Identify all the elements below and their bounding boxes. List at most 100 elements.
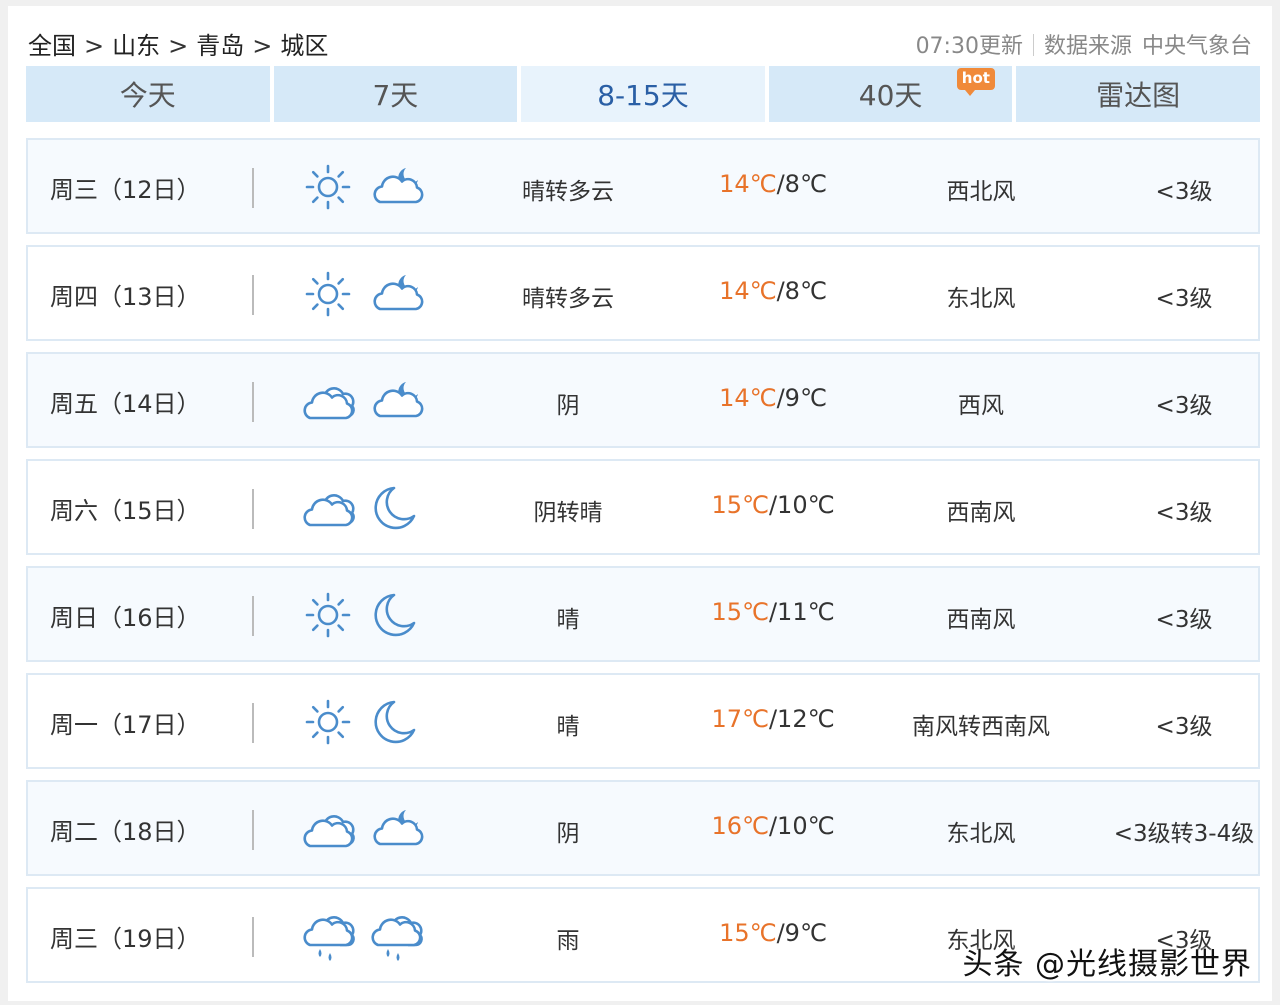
update-time: 07:30更新 [915, 34, 1023, 59]
weather-condition: 晴 [556, 714, 580, 740]
weather-condition: 晴 [556, 607, 580, 633]
high-temp: 14℃ [719, 384, 777, 412]
moon-icon [370, 483, 426, 533]
breadcrumb-item-province[interactable]: 山东 [112, 26, 160, 61]
forecast-row[interactable]: 周二（18日） 阴 16℃/10℃ 东北风 <3级转3-4级 [26, 780, 1260, 876]
forecast-date: 周六（15日） [50, 497, 201, 525]
wind-direction: 西风 [958, 393, 1004, 419]
watermark: 头条 @光线摄影世界 [962, 947, 1252, 982]
source-name: 中央气象台 [1141, 34, 1252, 59]
wind-level: <3级 [1155, 714, 1213, 740]
breadcrumb-item-city[interactable]: 青岛 [196, 26, 244, 61]
wind-direction: 西北风 [946, 179, 1016, 205]
low-temp: 11℃ [777, 598, 835, 626]
weather-condition: 晴转多云 [522, 179, 614, 205]
tab-7-days[interactable]: 7天 [273, 66, 518, 122]
sun-icon [302, 697, 358, 747]
top-bar: 全国 > 山东 > 青岛 > 城区 07:30更新 数据来源 中央气象台 [8, 22, 1272, 60]
tab-8-15-days[interactable]: 8-15天 [521, 66, 765, 122]
weather-page: 全国 > 山东 > 青岛 > 城区 07:30更新 数据来源 中央气象台 今天 7天 8-15天… [8, 6, 1272, 1001]
forecast-row[interactable]: 周六（15日） 阴转晴 15℃/10℃ 西南风 <3级 [26, 459, 1260, 555]
wind-direction: 东北风 [946, 286, 1016, 312]
wind-level: <3级转3-4级 [1113, 821, 1255, 847]
tab-label: 雷达图 [1096, 79, 1181, 112]
forecast-date: 周四（13日） [50, 283, 201, 311]
temp-slash: / [776, 170, 785, 198]
source-label: 数据来源 [1043, 34, 1132, 59]
meta-divider [1032, 34, 1034, 56]
cloud-moon-icon [370, 269, 426, 319]
high-temp: 14℃ [719, 277, 777, 305]
low-temp: 10℃ [777, 812, 835, 840]
overcast-icon [302, 483, 358, 533]
temp-slash: / [768, 705, 778, 733]
forecast-date: 周五（14日） [50, 390, 201, 418]
wind-level: <3级 [1155, 607, 1213, 633]
high-temp: 15℃ [711, 598, 769, 626]
wind-direction: 西南风 [946, 607, 1016, 633]
cloud-moon-icon [370, 162, 426, 212]
breadcrumb-separator: > [252, 32, 273, 60]
low-temp: 8℃ [784, 277, 827, 305]
temp-slash: / [768, 598, 778, 626]
high-temp: 15℃ [711, 491, 769, 519]
forecast-row[interactable]: 周五（14日） 阴 14℃/9℃ 西风 <3级 [26, 352, 1260, 448]
wind-direction: 西南风 [946, 500, 1016, 526]
high-temp: 14℃ [719, 170, 777, 198]
temperature: 15℃/9℃ [668, 919, 878, 947]
temp-slash: / [776, 919, 785, 947]
rain-icon [302, 911, 358, 961]
hot-badge: hot [956, 68, 995, 96]
forecast-date: 周一（17日） [50, 711, 201, 739]
tab-radar[interactable]: 雷达图 [1016, 66, 1260, 122]
tab-label: 7天 [372, 79, 419, 112]
forecast-date: 周日（16日） [50, 604, 201, 632]
low-temp: 12℃ [777, 705, 835, 733]
tab-today[interactable]: 今天 [26, 66, 270, 122]
forecast-row[interactable]: 周三（12日） 晴转多云 14℃/8℃ 西北风 <3级 [26, 138, 1260, 234]
moon-icon [370, 697, 426, 747]
temperature: 14℃/8℃ [668, 170, 878, 198]
temp-slash: / [768, 812, 778, 840]
wind-level: <3级 [1155, 179, 1213, 205]
temp-slash: / [768, 491, 778, 519]
breadcrumb-item-country[interactable]: 全国 [28, 26, 76, 61]
breadcrumb-separator: > [168, 32, 189, 60]
breadcrumb: 全国 > 山东 > 青岛 > 城区 [28, 26, 328, 61]
sun-icon [302, 269, 358, 319]
sun-icon [302, 590, 358, 640]
weather-condition: 阴 [556, 393, 580, 419]
row-divider [252, 810, 254, 850]
weather-condition: 阴转晴 [533, 500, 603, 526]
row-divider [252, 703, 254, 743]
weather-condition: 晴转多云 [522, 286, 614, 312]
forecast-tabs: 今天 7天 8-15天 40天 hot 雷达图 [26, 66, 1260, 122]
breadcrumb-separator: > [84, 32, 105, 60]
cloud-moon-icon [370, 376, 426, 426]
row-divider [252, 275, 254, 315]
low-temp: 9℃ [784, 384, 827, 412]
overcast-icon [302, 376, 358, 426]
tab-40-days[interactable]: 40天 hot [768, 66, 1013, 122]
temperature: 15℃/10℃ [668, 491, 878, 519]
weather-condition: 阴 [556, 821, 580, 847]
update-info: 07:30更新 数据来源 中央气象台 [916, 28, 1252, 60]
overcast-icon [302, 804, 358, 854]
row-divider [252, 168, 254, 208]
wind-level: <3级 [1155, 500, 1213, 526]
tab-label: 40天 [858, 79, 923, 112]
breadcrumb-item-district: 城区 [280, 32, 329, 60]
forecast-row[interactable]: 周四（13日） 晴转多云 14℃/8℃ 东北风 <3级 [26, 245, 1260, 341]
forecast-row[interactable]: 周一（17日） 晴 17℃/12℃ 南风转西南风 <3级 [26, 673, 1260, 769]
high-temp: 17℃ [711, 705, 769, 733]
wind-direction: 南风转西南风 [912, 714, 1050, 740]
moon-icon [370, 590, 426, 640]
wind-level: <3级 [1155, 393, 1213, 419]
forecast-row[interactable]: 周日（16日） 晴 15℃/11℃ 西南风 <3级 [26, 566, 1260, 662]
sun-icon [302, 162, 358, 212]
temperature: 14℃/8℃ [668, 277, 878, 305]
low-temp: 10℃ [777, 491, 835, 519]
forecast-date: 周三（12日） [50, 176, 201, 204]
low-temp: 8℃ [784, 170, 827, 198]
row-divider [252, 489, 254, 529]
